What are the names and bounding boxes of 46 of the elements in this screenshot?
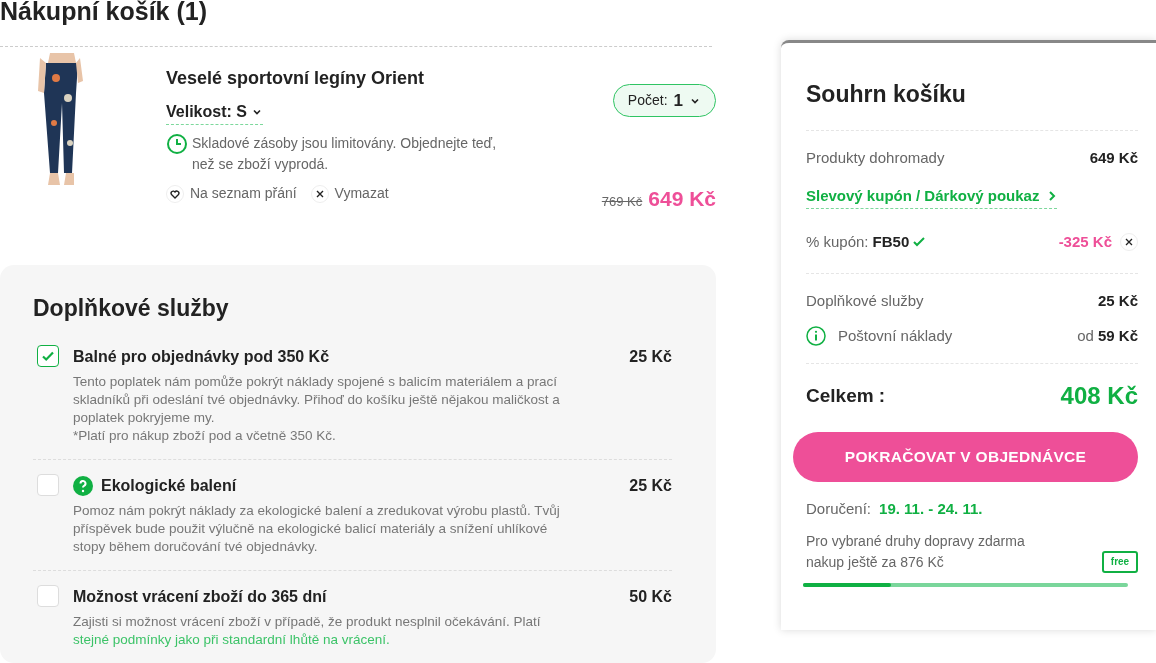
summary-title: Souhrn košíku (806, 77, 1138, 131)
total-value: 408 Kč (1060, 381, 1138, 411)
old-price: 769 Kč (601, 193, 643, 211)
total-label: Celkem : (806, 383, 886, 408)
checkmark-icon (912, 234, 927, 249)
checkbox[interactable] (37, 345, 59, 367)
close-icon (310, 184, 329, 203)
extras-value: 25 Kč (1097, 291, 1138, 311)
service-title: Balné pro objednávky pod 350 Kč (73, 347, 331, 367)
delivery-date: 19. 11. - 24. 11. (879, 499, 983, 519)
service-price: 50 Kč (629, 587, 672, 607)
stock-note: Skladové zásoby jsou limitovány. Objednejte teď, než se zboží vyprodá. (192, 134, 498, 174)
quantity-label: Počet: (627, 91, 668, 110)
quantity-value: 1 (673, 89, 683, 112)
size-dropdown[interactable]: Velikost: S (166, 100, 263, 125)
service-description: Pomoz nám pokrýt náklady za ekologické balení a zredukovat výrobu plastů. Tvůj příspěvek bude použit výlučně na ekologické balicí materiály a snížení uhlíkové stopy během doručování tvé objednávky. (73, 502, 561, 556)
service-title: Ekologické balení (101, 476, 238, 496)
price: 649 Kč (648, 186, 716, 212)
delivery-label: Doručení: (806, 499, 872, 519)
service-price: 25 Kč (629, 476, 672, 496)
close-icon (1125, 237, 1133, 246)
quantity-dropdown[interactable]: Počet: 1 (612, 84, 716, 117)
shipping-label: Poštovní náklady (838, 325, 953, 346)
free-delivery-badge: free (1102, 550, 1138, 573)
shipping-prefix: od (1077, 325, 1094, 346)
clock-icon (166, 133, 188, 155)
service-price: 25 Kč (629, 347, 672, 367)
coupon-label: % kupón: (806, 231, 869, 252)
remove-button[interactable]: Vymazat (310, 183, 389, 204)
extras-label: Doplňkové služby (806, 291, 924, 311)
coupon-discount: -325 Kč (1058, 231, 1112, 252)
products-value: 649 Kč (1089, 147, 1138, 168)
free-shipping-note: Pro vybrané druhy dopravy zdarma nakup ještě za 876 Kč (806, 531, 1026, 572)
wishlist-button[interactable]: Na seznam přání (166, 183, 297, 204)
coupon-code: FB50 (872, 231, 910, 252)
service-title: Možnost vrácení zboží do 365 dní (73, 587, 328, 607)
extras-title: Doplňkové služby (33, 293, 230, 323)
checkout-button[interactable]: POKRAČOVAT V OBJEDNÁVCE (793, 432, 1138, 482)
service-description: Tento poplatek nám pomůže pokrýt náklady spojené s balicím materiálem a prací skladníků při odeslání tvé objednávky. Přihoď do košíku ještě nějakou maličkost a poplatek pokryjeme my. *Platí pro nákup zboží pod a včetně 350 Kč. (73, 373, 561, 445)
service-description: Zajisti si možnost vrácení zboží v případě, že produkt nesplnil očekávání. Platí stejné podmínky jako při standardní lhůtě na vrácení. (73, 613, 542, 649)
shipping-value: 59 Kč (1097, 325, 1138, 346)
product-name: Veselé sportovní legíny Orient (166, 67, 426, 90)
chevron-right-icon (1047, 190, 1058, 203)
page-title: Nákupní košík (1) (0, 0, 208, 24)
info-icon (806, 325, 826, 346)
products-label: Produkty dohromady (806, 147, 945, 168)
